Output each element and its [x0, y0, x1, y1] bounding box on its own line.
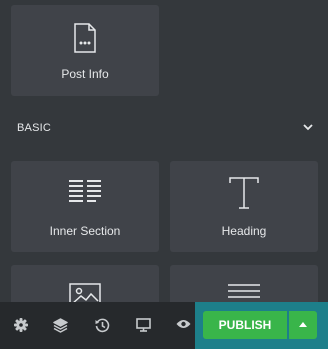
text-editor-icon [228, 284, 260, 304]
widget-label: Inner Section [49, 224, 121, 238]
widget-label: Heading [221, 224, 267, 238]
caret-up-icon [299, 322, 307, 327]
history-icon[interactable] [95, 318, 110, 333]
responsive-mode-icon[interactable] [136, 318, 151, 332]
section-header-basic[interactable]: BASIC [0, 112, 328, 144]
post-info-icon [74, 23, 96, 53]
widget-post-info[interactable]: Post Info [11, 5, 159, 96]
widget-heading[interactable]: Heading [170, 161, 318, 252]
section-title: BASIC [17, 122, 52, 134]
widget-label: Post Info [61, 67, 109, 81]
publish-button[interactable]: PUBLISH [203, 311, 287, 339]
preview-eye-icon[interactable] [176, 318, 191, 330]
navigator-layers-icon[interactable] [53, 318, 68, 333]
panel-footer: PUBLISH [0, 302, 328, 349]
heading-icon [229, 177, 259, 209]
widget-inner-section[interactable]: Inner Section [11, 161, 159, 252]
inner-section-icon [69, 180, 101, 202]
publish-options-button[interactable] [289, 311, 317, 339]
settings-icon[interactable] [14, 318, 28, 332]
publish-group: PUBLISH [195, 302, 328, 349]
chevron-down-icon[interactable] [303, 124, 313, 131]
